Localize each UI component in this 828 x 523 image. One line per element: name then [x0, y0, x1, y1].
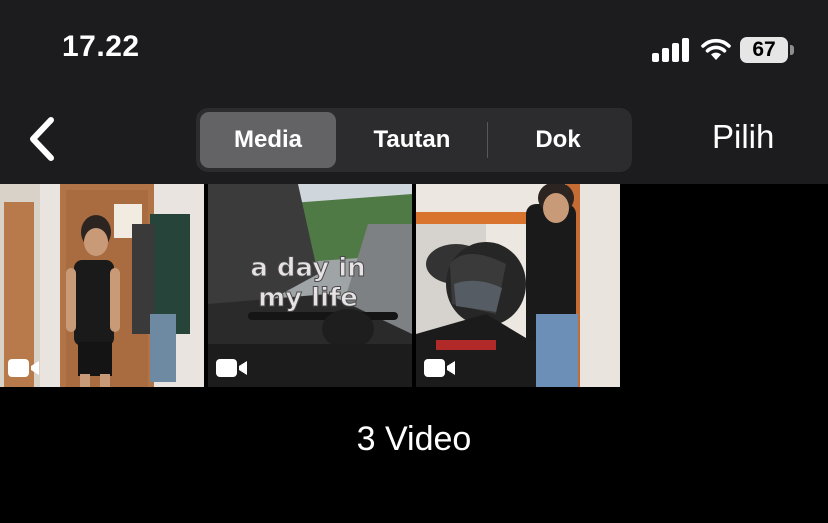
- segment-media[interactable]: Media: [200, 112, 336, 168]
- media-count-label: 3 Video: [356, 420, 472, 458]
- segment-tautan[interactable]: Tautan: [338, 112, 486, 168]
- back-button[interactable]: [24, 116, 60, 162]
- video-thumbnail: [416, 184, 620, 387]
- video-thumbnail: a day in my life: [208, 184, 412, 387]
- wifi-icon: [701, 38, 731, 60]
- media-item[interactable]: [416, 184, 620, 387]
- media-item[interactable]: [0, 184, 204, 387]
- video-camera-icon: [424, 359, 455, 377]
- segment-dok[interactable]: Dok: [488, 112, 628, 168]
- select-button[interactable]: Pilih: [712, 118, 774, 156]
- video-camera-icon: [8, 359, 39, 377]
- battery-icon: 67: [740, 37, 794, 63]
- chevron-left-icon: [30, 117, 54, 161]
- overlay-text-line1: a day in: [250, 253, 365, 283]
- cellular-signal-icon: [652, 38, 689, 62]
- video-thumbnail: [0, 184, 204, 387]
- battery-level: 67: [752, 38, 776, 61]
- media-item[interactable]: a day in my life: [208, 184, 412, 387]
- overlay-text-line2: my life: [258, 283, 358, 313]
- clock: 17.22: [62, 30, 140, 63]
- video-camera-icon: [216, 359, 247, 377]
- segmented-control: Media Tautan Dok: [196, 108, 632, 172]
- status-bar: 17.22 67: [0, 0, 828, 100]
